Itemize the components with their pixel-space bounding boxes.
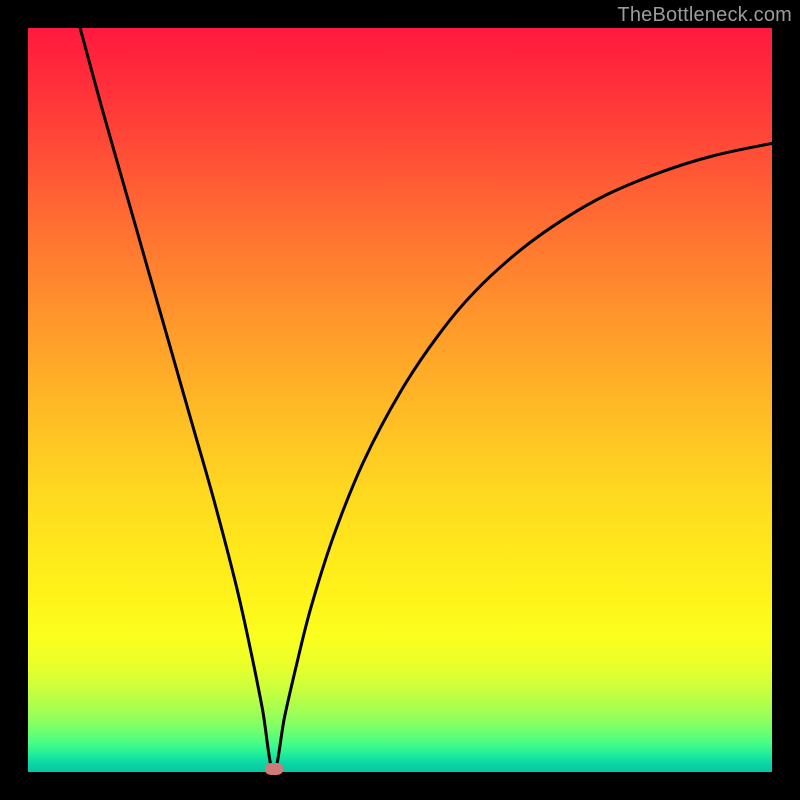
chart-frame: [28, 28, 772, 772]
chart-background-gradient: [28, 28, 772, 772]
watermark-text: TheBottleneck.com: [617, 4, 792, 27]
